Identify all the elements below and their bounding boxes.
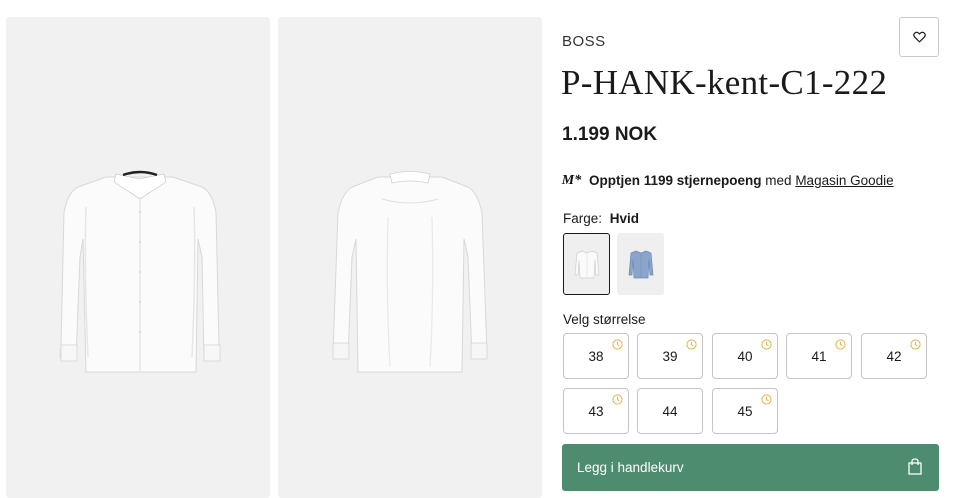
shirt-back-illustration bbox=[332, 171, 488, 373]
size-option-38[interactable]: 38 bbox=[563, 333, 629, 379]
size-selector-label: Velg størrelse bbox=[563, 312, 646, 327]
size-option-42[interactable]: 42 bbox=[861, 333, 927, 379]
size-option-label: 45 bbox=[737, 403, 753, 419]
color-swatch-blue[interactable] bbox=[617, 233, 664, 295]
product-title: P-HANK-kent-C1-222 bbox=[561, 63, 888, 102]
size-option-39[interactable]: 39 bbox=[637, 333, 703, 379]
color-swatch-white[interactable] bbox=[563, 233, 610, 295]
add-to-cart-label: Legg i handlekurv bbox=[577, 460, 684, 475]
wishlist-button[interactable] bbox=[899, 17, 939, 57]
magasin-logo-icon: M* bbox=[561, 172, 582, 188]
heart-icon bbox=[912, 31, 926, 43]
clock-icon bbox=[835, 339, 846, 350]
add-to-cart-button[interactable]: Legg i handlekurv bbox=[562, 444, 939, 491]
size-option-43[interactable]: 43 bbox=[563, 388, 629, 434]
size-option-label: 42 bbox=[886, 348, 902, 364]
brand-name[interactable]: BOSS bbox=[562, 33, 606, 50]
product-price: 1.199 NOK bbox=[562, 124, 658, 145]
white-shirt-thumbnail bbox=[574, 250, 599, 279]
points-earn-text: Opptjen 1199 stjernepoeng bbox=[589, 173, 762, 188]
clock-icon bbox=[761, 339, 772, 350]
shopping-bag-icon bbox=[908, 458, 922, 475]
size-option-41[interactable]: 41 bbox=[786, 333, 852, 379]
blue-shirt-thumbnail bbox=[628, 250, 653, 279]
points-connector: med bbox=[761, 173, 796, 188]
size-option-label: 44 bbox=[662, 403, 678, 419]
clock-icon bbox=[761, 394, 772, 405]
size-option-label: 38 bbox=[588, 348, 604, 364]
clock-icon bbox=[612, 339, 623, 350]
size-option-40[interactable]: 40 bbox=[712, 333, 778, 379]
product-image-front[interactable] bbox=[6, 17, 270, 498]
size-option-45[interactable]: 45 bbox=[712, 388, 778, 434]
size-option-44[interactable]: 44 bbox=[637, 388, 703, 434]
size-option-label: 41 bbox=[811, 348, 827, 364]
goodie-program-link[interactable]: Magasin Goodie bbox=[795, 173, 893, 188]
shirt-front-illustration bbox=[59, 170, 221, 373]
clock-icon bbox=[910, 339, 921, 350]
clock-icon bbox=[612, 394, 623, 405]
size-option-label: 43 bbox=[588, 403, 604, 419]
loyalty-points-row: M* Opptjen 1199 stjernepoeng med Magasin… bbox=[562, 171, 894, 190]
selected-color-value: Hvid bbox=[609, 211, 640, 226]
size-option-label: 40 bbox=[737, 348, 753, 364]
size-option-label: 39 bbox=[662, 348, 678, 364]
color-selector-label: Farge: Hvid bbox=[563, 211, 639, 226]
product-image-back[interactable] bbox=[278, 17, 542, 498]
clock-icon bbox=[686, 339, 697, 350]
color-label: Farge: bbox=[563, 211, 603, 226]
